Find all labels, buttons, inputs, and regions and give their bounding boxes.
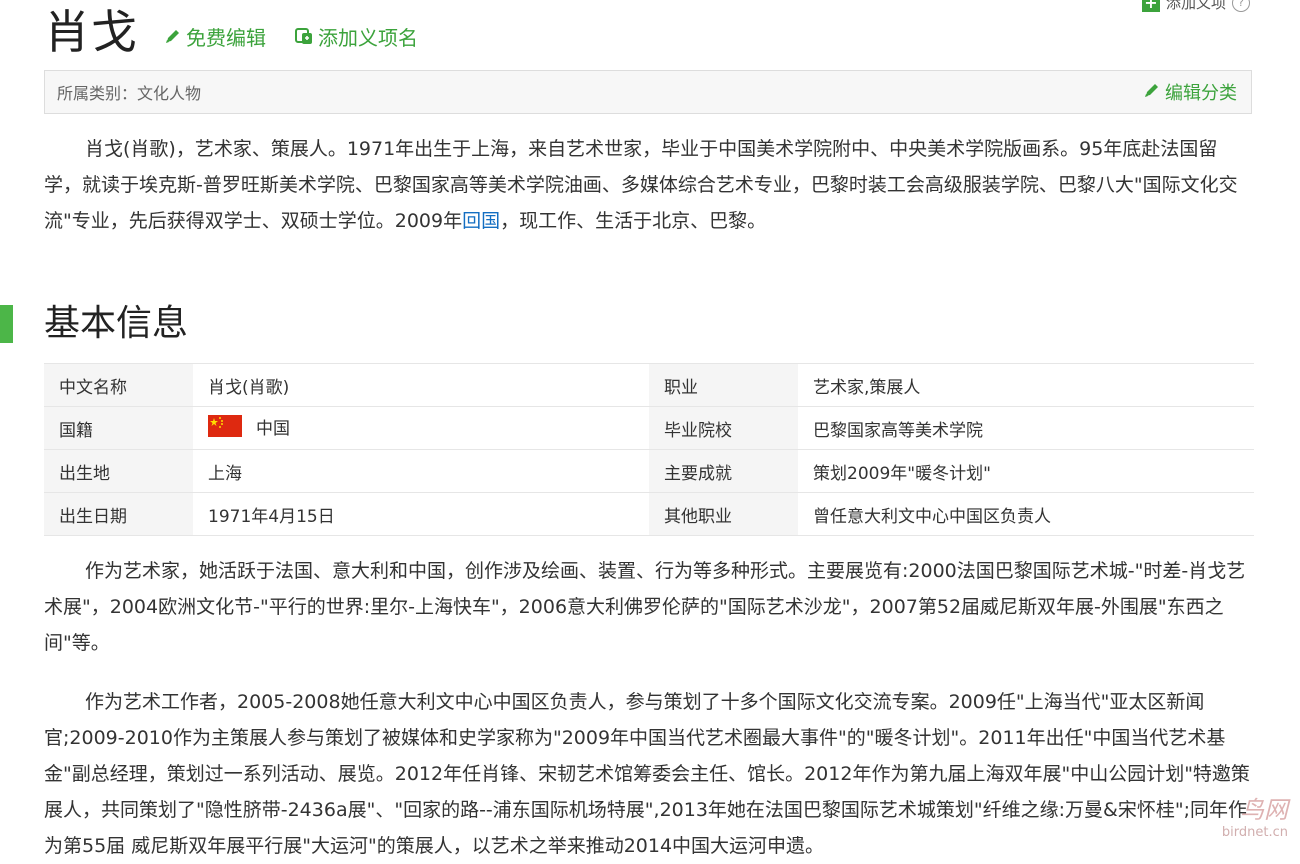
info-key: 其他职业 <box>649 492 798 536</box>
add-name-button[interactable]: 添加义项名 <box>294 22 418 51</box>
table-row: 出生日期 1971年4月15日 其他职业 曾任意大利文中心中国区负责人 <box>44 492 1254 536</box>
section-title: 基本信息 <box>44 303 189 344</box>
table-row: 中文名称 肖戈(肖歌) 职业 艺术家,策展人 <box>44 363 1254 407</box>
watermark-sub: birdnet.cn <box>1221 825 1288 840</box>
info-value: 曾任意大利文中心中国区负责人 <box>798 492 1254 536</box>
page-title: 肖戈 <box>44 5 138 59</box>
info-key: 出生日期 <box>44 492 193 536</box>
info-value: 上海 <box>193 449 649 493</box>
nationality-text: 中国 <box>256 418 290 439</box>
info-key: 职业 <box>649 363 798 407</box>
basic-info-table: 中文名称 肖戈(肖歌) 职业 艺术家,策展人 国籍 中国 毕业院校 巴黎国家高等… <box>44 363 1254 536</box>
title-row: 肖戈 免费编辑 添加义项名 <box>44 4 418 60</box>
info-key: 中文名称 <box>44 363 193 407</box>
add-item-action[interactable]: + 添加义项 ? <box>1141 0 1250 13</box>
pencil-icon <box>164 27 182 45</box>
add-item-label: 添加义项 <box>1165 0 1226 12</box>
site-watermark: 鸟网 birdnet.cn <box>1222 790 1288 840</box>
category-bar: 所属类别：文化人物 编辑分类 <box>44 70 1252 114</box>
free-edit-button[interactable]: 免费编辑 <box>164 22 266 51</box>
add-document-icon <box>294 26 314 46</box>
info-key: 国籍 <box>44 406 193 450</box>
info-key: 出生地 <box>44 449 193 493</box>
info-value: 巴黎国家高等美术学院 <box>798 406 1254 450</box>
edit-category-button[interactable]: 编辑分类 <box>1143 79 1237 105</box>
info-key: 毕业院校 <box>649 406 798 450</box>
intro-paragraph: 肖戈(肖歌)，艺术家、策展人。1971年出生于上海，来自艺术世家，毕业于中国美术… <box>44 131 1252 239</box>
info-value-nationality: 中国 <box>193 406 649 450</box>
info-value: 肖戈(肖歌) <box>193 363 649 407</box>
section-marker <box>0 305 13 343</box>
career-paragraph: 作为艺术工作者，2005-2008她任意大利文中心中国区负责人，参与策划了十多个… <box>44 691 1250 857</box>
table-row: 国籍 中国 毕业院校 巴黎国家高等美术学院 <box>44 406 1254 450</box>
return-link[interactable]: 回国 <box>462 210 500 232</box>
watermark-main: 鸟网 <box>1240 796 1288 824</box>
help-icon[interactable]: ? <box>1232 0 1250 12</box>
free-edit-label: 免费编辑 <box>186 25 266 50</box>
plus-icon: + <box>1141 0 1160 12</box>
artist-paragraph: 作为艺术家，她活跃于法国、意大利和中国，创作涉及绘画、装置、行为等多种形式。主要… <box>44 560 1246 654</box>
china-flag-icon <box>208 415 242 442</box>
info-value: 1971年4月15日 <box>193 492 649 536</box>
add-name-label: 添加义项名 <box>318 25 418 50</box>
pencil-icon <box>1143 81 1161 104</box>
info-value: 艺术家,策展人 <box>798 363 1254 407</box>
info-value: 策划2009年"暖冬计划" <box>798 449 1254 493</box>
intro-text-end: ，现工作、生活于北京、巴黎。 <box>500 210 767 232</box>
category-text: 所属类别：文化人物 <box>57 84 202 103</box>
edit-category-label: 编辑分类 <box>1165 83 1237 104</box>
info-key: 主要成就 <box>649 449 798 493</box>
table-row: 出生地 上海 主要成就 策划2009年"暖冬计划" <box>44 449 1254 493</box>
